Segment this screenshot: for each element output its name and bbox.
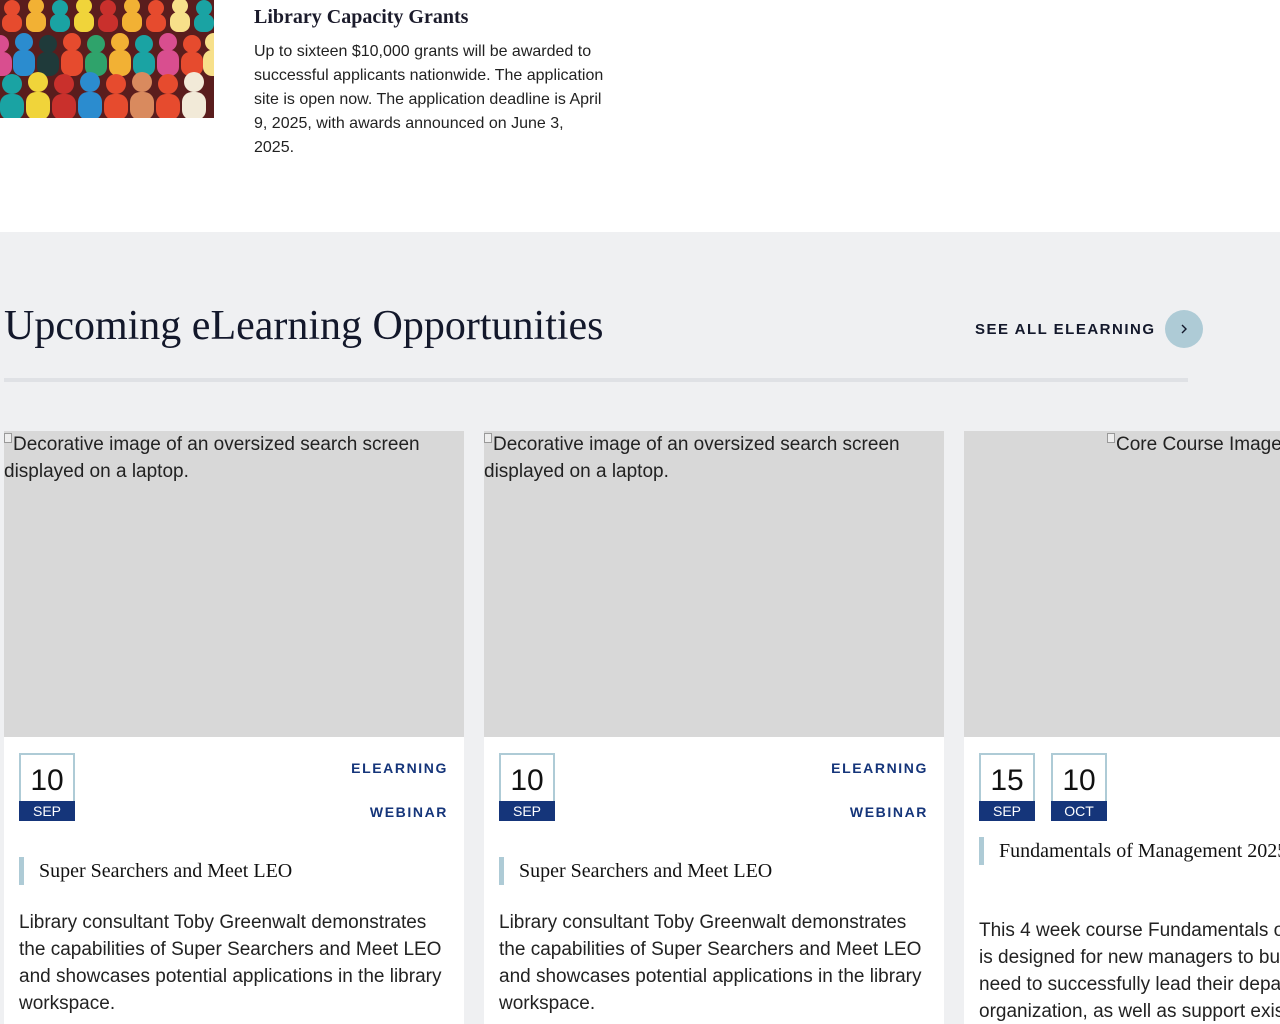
card-title[interactable]: Super Searchers and Meet LEO — [19, 857, 292, 885]
card-title[interactable]: Super Searchers and Meet LEO — [499, 857, 772, 885]
date-day: 10 — [499, 753, 555, 801]
card-image[interactable]: Decorative image of an oversized search … — [4, 431, 464, 737]
grant-description: Up to sixteen $10,000 grants will be awa… — [254, 43, 604, 156]
tag-elearning[interactable]: ELEARNING — [831, 760, 928, 776]
card-image-alt: Core Course Image — [1116, 434, 1280, 455]
tag-webinar[interactable]: WEBINAR — [850, 804, 928, 820]
broken-image-icon — [4, 433, 12, 443]
date-badge: 10 SEP — [19, 753, 75, 821]
date-month: SEP — [19, 801, 75, 821]
date-day: 10 — [1051, 753, 1107, 801]
crowd-illustration — [0, 0, 214, 118]
date-badge: 10 SEP — [499, 753, 555, 821]
tag-elearning[interactable]: ELEARNING — [351, 760, 448, 776]
card-description: This 4 week course Fundamentals of Manag… — [979, 920, 1280, 1022]
date-month: SEP — [499, 801, 555, 821]
see-all-elearning-link[interactable]: SEE ALL ELEARNING — [975, 309, 1203, 349]
broken-image-icon — [1107, 433, 1115, 443]
date-day: 10 — [19, 753, 75, 801]
broken-image-icon — [484, 433, 492, 443]
card-description: Library consultant Toby Greenwalt demons… — [19, 912, 442, 1014]
grant-title[interactable]: Library Capacity Grants — [254, 6, 468, 29]
event-card[interactable]: Decorative image of an oversized search … — [4, 431, 464, 1024]
tag-webinar[interactable]: WEBINAR — [370, 804, 448, 820]
event-card[interactable]: Core Course Image 15 SEP 10 OCT Fundamen… — [964, 431, 1280, 1024]
date-day: 15 — [979, 753, 1035, 801]
elearning-section: Upcoming eLearning Opportunities SEE ALL… — [0, 232, 1280, 1024]
card-image[interactable]: Decorative image of an oversized search … — [484, 431, 944, 737]
date-badge-start: 15 SEP — [979, 753, 1035, 821]
card-title[interactable]: Fundamentals of Management 2025 6.0 — [979, 837, 1280, 865]
section-divider — [4, 378, 1188, 382]
grant-image[interactable] — [0, 0, 214, 118]
date-month: SEP — [979, 801, 1035, 821]
card-image-alt: Decorative image of an oversized search … — [484, 434, 900, 482]
card-image[interactable]: Core Course Image — [964, 431, 1280, 737]
grant-section: Library Capacity Grants Up to sixteen $1… — [0, 0, 1280, 232]
card-image-alt: Decorative image of an oversized search … — [4, 434, 420, 482]
date-badge-end: 10 OCT — [1051, 753, 1107, 821]
chevron-right-icon — [1164, 310, 1203, 348]
see-all-label: SEE ALL ELEARNING — [975, 320, 1156, 338]
date-month: OCT — [1051, 801, 1107, 821]
section-heading: Upcoming eLearning Opportunities — [4, 303, 604, 349]
event-card[interactable]: Decorative image of an oversized search … — [484, 431, 944, 1024]
card-description: Library consultant Toby Greenwalt demons… — [499, 912, 922, 1014]
